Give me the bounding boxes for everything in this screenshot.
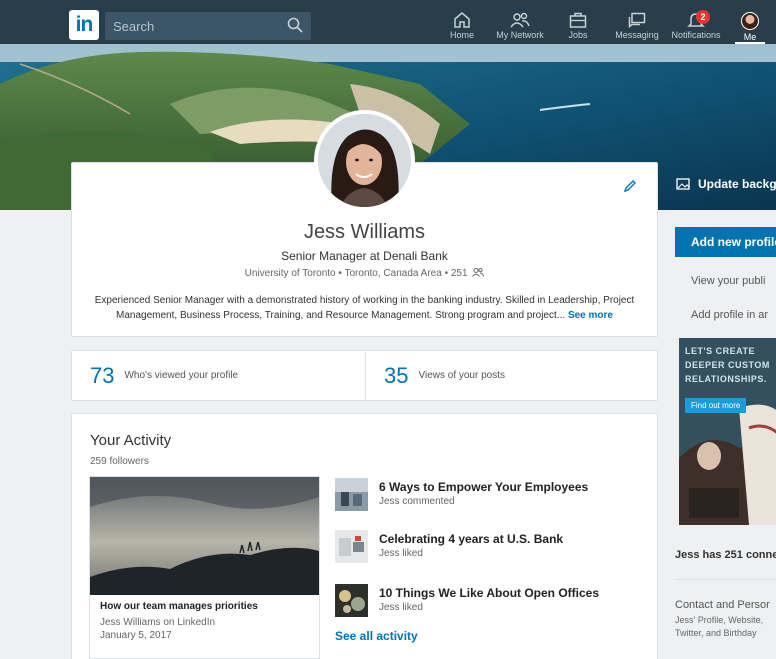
activity-item-title: Celebrating 4 years at U.S. Bank [379,532,564,546]
advertisement[interactable]: LET'S CREATE DEEPER CUSTOM RELATIONSHIPS… [679,338,776,525]
profile-views-count: 73 [90,362,115,388]
nav-me[interactable]: Me [735,12,765,44]
nav-me-label: Me [743,32,757,42]
activity-title: Your Activity [90,432,172,449]
featured-post-image [90,477,319,595]
nav-home-label: Home [449,30,474,40]
contact-info-title[interactable]: Contact and Persor [675,599,770,611]
activity-thumbnail [335,478,368,511]
image-icon [676,178,690,190]
see-all-activity-link[interactable]: See all activity [335,629,418,643]
activity-item-sub: Jess liked [379,548,423,559]
rail-divider [675,579,776,580]
ad-line: RELATIONSHIPS. [685,374,767,384]
contact-line: Jess' Profile, Website, [675,615,764,625]
home-icon [454,12,470,28]
stats-card: 73 Who's viewed your profile 35 Views of… [71,350,658,401]
nav-notifications-label: Notifications [671,30,721,40]
notification-badge: 2 [696,10,710,24]
linkedin-logo[interactable]: in [69,10,99,40]
search-icon[interactable] [287,17,303,33]
me-avatar [741,12,759,30]
nav-jobs[interactable]: Jobs [563,12,593,42]
messaging-icon [628,12,646,28]
nav-my-network[interactable]: My Network [494,12,546,42]
profile-views-stat[interactable]: 73 Who's viewed your profile [90,351,238,400]
briefcase-icon [569,12,587,28]
profile-summary: Experienced Senior Manager with a demons… [90,293,639,323]
pencil-icon[interactable] [623,179,637,193]
nav-my-network-label: My Network [496,30,544,40]
nav-home[interactable]: Home [445,12,479,42]
profile-meta-text: University of Toronto • Toronto, Canada … [244,268,468,279]
stat-divider [365,351,366,400]
activity-item-title: 6 Ways to Empower Your Employees [379,480,589,494]
update-background-button[interactable]: Update backgr [676,177,776,191]
view-public-profile-link[interactable]: View your publi [691,275,765,287]
nav-jobs-label: Jobs [568,30,588,40]
profile-views-label: Who's viewed your profile [124,370,239,381]
activity-thumbnail [335,530,368,563]
post-views-count: 35 [384,362,409,388]
update-background-label: Update backgr [698,177,776,191]
ad-find-out-more-button[interactable]: Find out more [685,398,747,413]
activity-item-title: 10 Things We Like About Open Offices [379,586,600,600]
featured-post-source: Jess Williams on LinkedIn [100,617,216,628]
top-nav: in Home My Network Jobs Messaging 2 Noti… [0,0,776,44]
featured-post-title: How our team manages priorities [100,601,258,612]
add-profile-language-link[interactable]: Add profile in ar [691,309,768,321]
activity-thumbnail [335,584,368,617]
add-new-profile-button[interactable]: Add new profile [675,227,776,257]
ad-headline: LET'S CREATE DEEPER CUSTOM RELATIONSHIPS… [685,344,770,386]
connections-icon[interactable] [472,267,485,277]
ad-line: LET'S CREATE [685,346,755,356]
post-views-stat[interactable]: 35 Views of your posts [384,351,505,400]
search-input[interactable] [105,12,280,40]
profile-headline: Senior Manager at Denali Bank [281,249,448,263]
active-indicator [735,42,765,44]
contact-line: Twitter, and Birthday [675,628,757,638]
ad-line: DEEPER CUSTOM [685,360,770,370]
profile-name: Jess Williams [303,221,426,243]
nav-messaging[interactable]: Messaging [614,12,660,42]
post-views-label: Views of your posts [418,370,506,381]
followers-count[interactable]: 259 followers [90,456,149,467]
connections-summary[interactable]: Jess has 251 conne [675,549,776,561]
profile-summary-text: Experienced Senior Manager with a demons… [94,295,635,321]
network-icon [510,12,530,28]
contact-info-details: Jess' Profile, Website, Twitter, and Bir… [675,614,763,640]
profile-photo[interactable] [314,110,415,211]
featured-post[interactable]: How our team manages priorities Jess Wil… [89,476,320,659]
see-more-link[interactable]: See more [568,310,613,321]
featured-post-date: January 5, 2017 [100,630,172,641]
activity-item-sub: Jess liked [379,602,423,613]
nav-notifications[interactable]: 2 Notifications [670,10,722,42]
search-box[interactable] [105,12,311,40]
profile-meta: University of Toronto • Toronto, Canada … [72,267,657,279]
nav-messaging-label: Messaging [615,30,659,40]
activity-item-sub: Jess commented [379,496,455,507]
activity-card: Your Activity 259 followers How our team… [71,413,658,659]
